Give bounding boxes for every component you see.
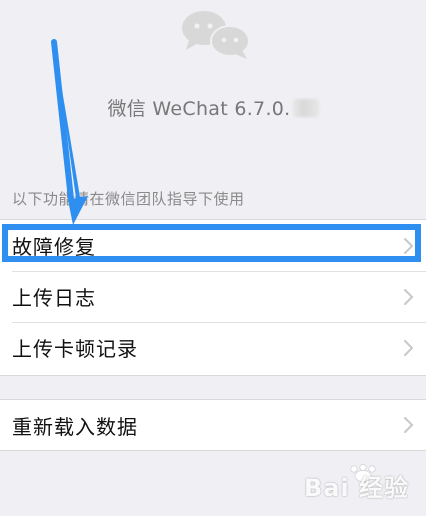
app-info-header: 微信 WeChat 6.7.0. xyxy=(0,0,426,180)
menu-item-label: 故障修复 xyxy=(12,235,96,259)
menu-item-upload-lag-record[interactable]: 上传卡顿记录 xyxy=(0,322,426,373)
menu-item-fault-repair[interactable]: 故障修复 xyxy=(0,220,426,271)
menu-item-upload-log[interactable]: 上传日志 xyxy=(0,271,426,322)
menu-item-label: 上传日志 xyxy=(12,286,96,310)
version-redacted-blur xyxy=(292,99,319,117)
app-version: 微信 WeChat 6.7.0. xyxy=(0,94,426,121)
section-title: 以下功能请在微信团队指导下使用 xyxy=(12,190,245,208)
app-version-text: 微信 WeChat 6.7.0. xyxy=(107,98,291,120)
chevron-right-icon xyxy=(404,288,413,305)
menu-item-label: 重新载入数据 xyxy=(12,414,138,439)
chevron-right-icon xyxy=(404,339,413,356)
watermark-text: Bai 经验 xyxy=(304,474,410,502)
wechat-logo-icon xyxy=(182,11,250,59)
menu-group-primary: 故障修复 上传日志 上传卡顿记录 xyxy=(0,219,426,376)
menu-item-label: 上传卡顿记录 xyxy=(12,337,138,361)
menu-item-reload-data[interactable]: 重新载入数据 xyxy=(0,400,426,450)
chevron-right-icon xyxy=(404,417,413,433)
chevron-right-icon xyxy=(404,237,413,254)
menu-group-secondary: 重新载入数据 xyxy=(0,399,426,451)
